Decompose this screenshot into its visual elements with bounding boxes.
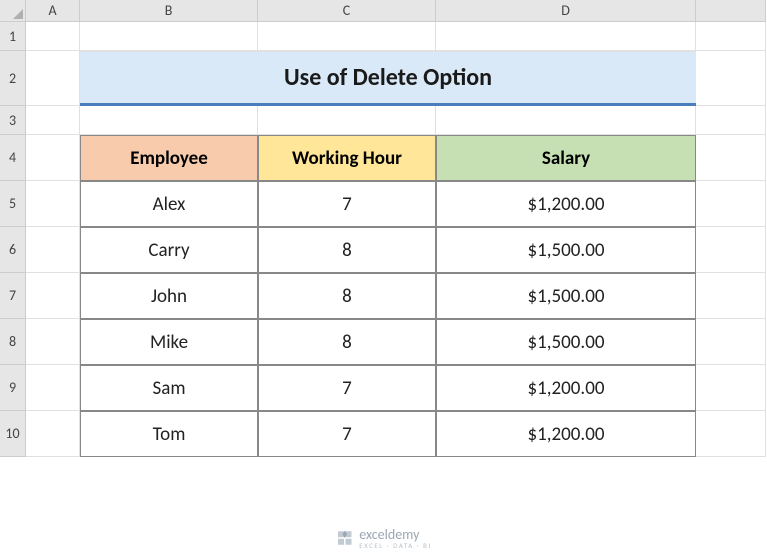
cell-C1[interactable] — [258, 22, 436, 51]
col-header-B[interactable]: B — [80, 0, 258, 22]
cell-salary-2[interactable]: $1,500.00 — [436, 273, 696, 319]
cell-E9[interactable] — [696, 365, 766, 411]
header-salary[interactable]: Salary — [436, 135, 696, 181]
col-header-D[interactable]: D — [436, 0, 696, 22]
select-all-corner[interactable] — [0, 0, 26, 22]
cell-E3[interactable] — [696, 106, 766, 135]
row-header-8[interactable]: 8 — [0, 319, 26, 365]
cell-salary-1[interactable]: $1,500.00 — [436, 227, 696, 273]
cell-A4[interactable] — [26, 135, 80, 181]
cell-employee-1[interactable]: Carry — [80, 227, 258, 273]
header-working-hour[interactable]: Working Hour — [258, 135, 436, 181]
cell-E1[interactable] — [696, 22, 766, 51]
cell-A10[interactable] — [26, 411, 80, 457]
cell-working-hour-1[interactable]: 8 — [258, 227, 436, 273]
cell-employee-5[interactable]: Tom — [80, 411, 258, 457]
row-header-5[interactable]: 5 — [0, 181, 26, 227]
cell-E7[interactable] — [696, 273, 766, 319]
sheet-title[interactable]: Use of Delete Option — [80, 51, 696, 106]
cell-salary-0[interactable]: $1,200.00 — [436, 181, 696, 227]
col-header-A[interactable]: A — [26, 0, 80, 22]
cell-E5[interactable] — [696, 181, 766, 227]
cell-E10[interactable] — [696, 411, 766, 457]
cell-D3[interactable] — [436, 106, 696, 135]
cell-A1[interactable] — [26, 22, 80, 51]
cell-employee-3[interactable]: Mike — [80, 319, 258, 365]
row-header-6[interactable]: 6 — [0, 227, 26, 273]
cell-working-hour-4[interactable]: 7 — [258, 365, 436, 411]
cell-working-hour-0[interactable]: 7 — [258, 181, 436, 227]
cell-E4[interactable] — [696, 135, 766, 181]
cell-working-hour-3[interactable]: 8 — [258, 319, 436, 365]
cell-working-hour-5[interactable]: 7 — [258, 411, 436, 457]
row-header-10[interactable]: 10 — [0, 411, 26, 457]
col-header-extra[interactable] — [696, 0, 766, 22]
cell-D1[interactable] — [436, 22, 696, 51]
watermark: exceldemy EXCEL · DATA · BI — [335, 526, 432, 550]
row-header-3[interactable]: 3 — [0, 106, 26, 135]
cell-salary-5[interactable]: $1,200.00 — [436, 411, 696, 457]
cell-A7[interactable] — [26, 273, 80, 319]
cell-B3[interactable] — [80, 106, 258, 135]
cell-A5[interactable] — [26, 181, 80, 227]
row-header-2[interactable]: 2 — [0, 51, 26, 106]
cell-A9[interactable] — [26, 365, 80, 411]
cell-employee-4[interactable]: Sam — [80, 365, 258, 411]
row-header-9[interactable]: 9 — [0, 365, 26, 411]
watermark-text: exceldemy EXCEL · DATA · BI — [359, 526, 432, 550]
cell-E6[interactable] — [696, 227, 766, 273]
cell-B1[interactable] — [80, 22, 258, 51]
spreadsheet-grid: A B C D 1 2 Use of Delete Option 3 4 Emp… — [0, 0, 767, 457]
row-header-4[interactable]: 4 — [0, 135, 26, 181]
cell-employee-2[interactable]: John — [80, 273, 258, 319]
cell-A6[interactable] — [26, 227, 80, 273]
header-employee[interactable]: Employee — [80, 135, 258, 181]
logo-icon — [335, 529, 353, 547]
cell-E8[interactable] — [696, 319, 766, 365]
cell-salary-4[interactable]: $1,200.00 — [436, 365, 696, 411]
cell-C3[interactable] — [258, 106, 436, 135]
cell-E2[interactable] — [696, 51, 766, 106]
col-header-C[interactable]: C — [258, 0, 436, 22]
cell-employee-0[interactable]: Alex — [80, 181, 258, 227]
watermark-tagline: EXCEL · DATA · BI — [359, 541, 432, 550]
cell-working-hour-2[interactable]: 8 — [258, 273, 436, 319]
cell-A2[interactable] — [26, 51, 80, 106]
row-header-1[interactable]: 1 — [0, 22, 26, 51]
row-header-7[interactable]: 7 — [0, 273, 26, 319]
cell-salary-3[interactable]: $1,500.00 — [436, 319, 696, 365]
cell-A3[interactable] — [26, 106, 80, 135]
cell-A8[interactable] — [26, 319, 80, 365]
